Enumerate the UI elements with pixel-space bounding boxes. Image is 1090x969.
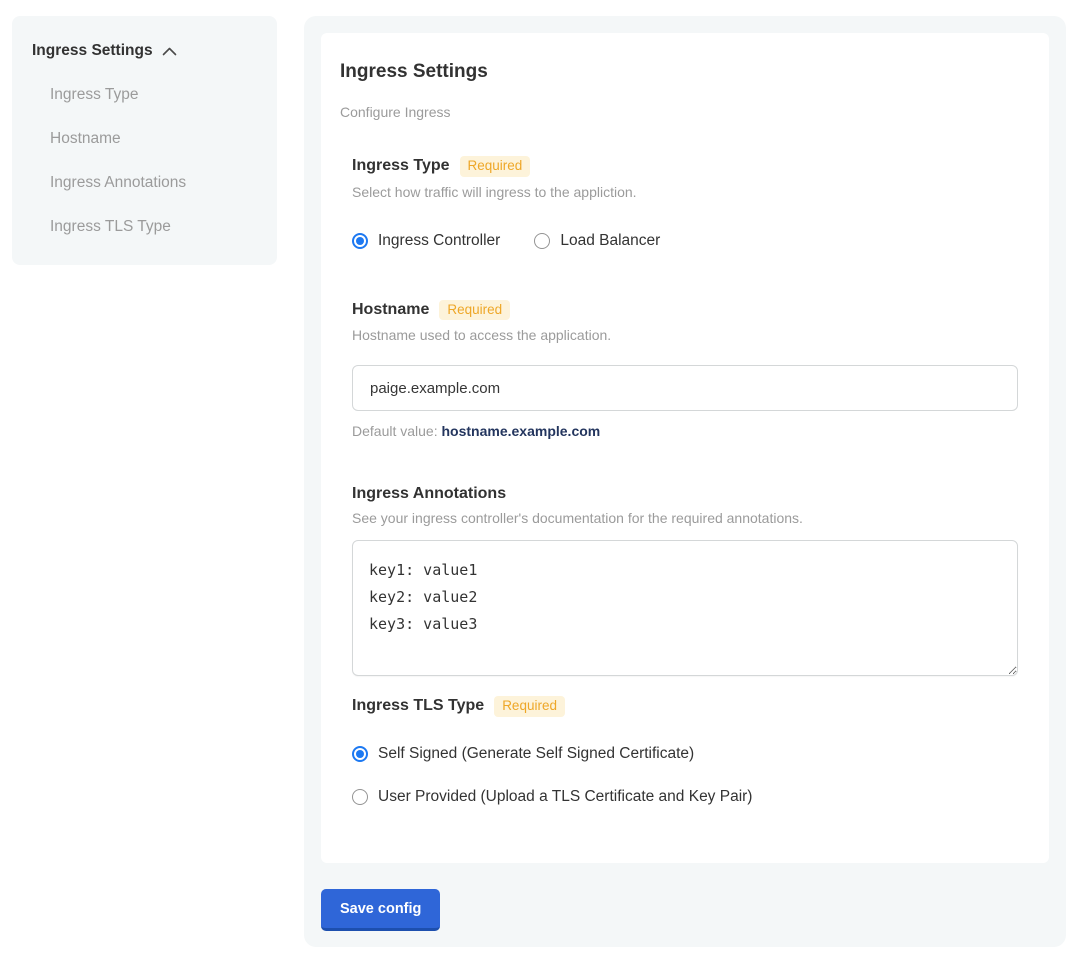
group-ingress-type: Ingress Type Required Select how traffic… (352, 156, 1018, 250)
sidebar-item-ingress-annotations[interactable]: Ingress Annotations (50, 174, 257, 192)
config-nav-sidebar: Ingress Settings Ingress Type Hostname I… (12, 16, 277, 265)
group-help-hostname: Hostname used to access the application. (352, 327, 1018, 343)
radio-selected-icon[interactable] (352, 746, 368, 762)
radio-option-user-provided[interactable]: User Provided (Upload a TLS Certificate … (352, 788, 1018, 806)
config-card: Ingress Settings Configure Ingress Ingre… (321, 33, 1049, 863)
config-main-panel: Ingress Settings Configure Ingress Ingre… (304, 16, 1066, 947)
hostname-default-line: Default value: hostname.example.com (352, 423, 1018, 439)
tls-type-radio-group: Self Signed (Generate Self Signed Certif… (352, 745, 1018, 806)
radio-label-user-provided[interactable]: User Provided (Upload a TLS Certificate … (378, 788, 752, 806)
radio-selected-icon[interactable] (352, 233, 368, 249)
radio-label-self-signed[interactable]: Self Signed (Generate Self Signed Certif… (378, 745, 694, 763)
radio-unselected-icon[interactable] (534, 233, 550, 249)
radio-label-ingress-controller[interactable]: Ingress Controller (378, 232, 500, 250)
sidebar-item-list: Ingress Type Hostname Ingress Annotation… (50, 86, 257, 236)
group-label-ingress-tls-type: Ingress TLS Type (352, 697, 484, 715)
sidebar-group-ingress-settings[interactable]: Ingress Settings (32, 42, 257, 60)
required-badge: Required (494, 696, 565, 717)
hostname-input[interactable] (352, 365, 1018, 411)
group-help-ingress-annotations: See your ingress controller's documentat… (352, 510, 1018, 526)
config-groups: Ingress Type Required Select how traffic… (352, 156, 1018, 806)
default-value-prefix: Default value: (352, 423, 442, 439)
save-config-button[interactable]: Save config (321, 889, 440, 931)
ingress-annotations-textarea[interactable]: key1: value1 key2: value2 key3: value3 (352, 540, 1018, 676)
page-title: Ingress Settings (340, 61, 1018, 83)
group-hostname: Hostname Required Hostname used to acces… (352, 300, 1018, 440)
radio-option-ingress-controller[interactable]: Ingress Controller (352, 232, 500, 250)
group-label-row: Ingress TLS Type Required (352, 696, 1018, 717)
radio-option-self-signed[interactable]: Self Signed (Generate Self Signed Certif… (352, 745, 1018, 763)
group-label-row: Ingress Type Required (352, 156, 1018, 177)
radio-label-load-balancer[interactable]: Load Balancer (560, 232, 660, 250)
group-ingress-annotations: Ingress Annotations See your ingress con… (352, 485, 1018, 676)
group-label-row: Ingress Annotations (352, 485, 1018, 503)
group-label-ingress-type: Ingress Type (352, 157, 450, 175)
required-badge: Required (460, 156, 531, 177)
page-subtitle: Configure Ingress (340, 104, 1018, 120)
radio-unselected-icon[interactable] (352, 789, 368, 805)
sidebar-item-ingress-type[interactable]: Ingress Type (50, 86, 257, 104)
group-label-ingress-annotations: Ingress Annotations (352, 485, 506, 503)
sidebar-item-ingress-tls-type[interactable]: Ingress TLS Type (50, 218, 257, 236)
sidebar-group-title[interactable]: Ingress Settings (32, 42, 153, 60)
group-label-row: Hostname Required (352, 300, 1018, 321)
default-value-text: hostname.example.com (442, 423, 601, 439)
group-help-ingress-type: Select how traffic will ingress to the a… (352, 184, 1018, 200)
group-ingress-tls-type: Ingress TLS Type Required Self Signed (G… (352, 696, 1018, 806)
radio-option-load-balancer[interactable]: Load Balancer (534, 232, 660, 250)
ingress-type-radio-group: Ingress Controller Load Balancer (352, 232, 1018, 250)
chevron-up-icon[interactable] (162, 47, 177, 56)
group-label-hostname: Hostname (352, 301, 429, 319)
required-badge: Required (439, 300, 510, 321)
sidebar-item-hostname[interactable]: Hostname (50, 130, 257, 148)
